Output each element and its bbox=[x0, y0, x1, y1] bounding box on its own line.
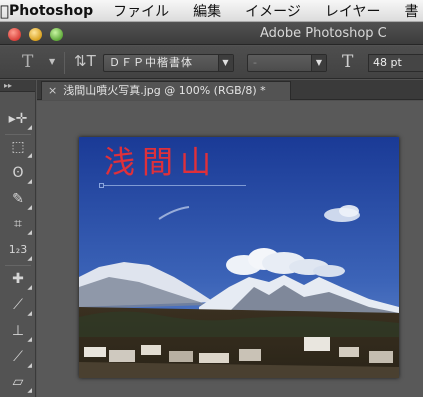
clone-stamp-tool-icon[interactable]: ⊥ ◢ bbox=[7, 320, 32, 343]
eraser-tool-icon[interactable]: ▱ ◢ bbox=[7, 371, 32, 394]
text-orientation-icon[interactable]: ⇅T bbox=[74, 52, 96, 70]
house bbox=[169, 351, 193, 362]
tool-divider bbox=[5, 134, 31, 135]
house bbox=[239, 349, 261, 361]
chevron-down-icon: ▼ bbox=[218, 55, 233, 71]
tool-divider bbox=[5, 265, 31, 266]
font-family-value: ＤＦＰ中楷書体 bbox=[109, 56, 193, 69]
house bbox=[84, 347, 106, 357]
mac-menu-bar:  Photoshop ファイル 編集 イメージ レイヤー 書 bbox=[0, 0, 423, 22]
text-baseline bbox=[101, 185, 246, 186]
lasso-tool-icon[interactable]: ʘ ◢ bbox=[7, 162, 32, 185]
font-style-select[interactable]: - ▼ bbox=[247, 54, 327, 72]
type-layer-text[interactable]: 浅間山 bbox=[104, 145, 218, 181]
text-anchor-handle[interactable] bbox=[99, 183, 104, 188]
quick-selection-tool-icon[interactable]: ✎ ◢ bbox=[7, 188, 32, 211]
tools-panel-collapse-icon[interactable]: ▸▸ bbox=[0, 80, 35, 92]
menu-file[interactable]: ファイル bbox=[113, 1, 169, 21]
app-menu[interactable]: Photoshop bbox=[9, 3, 93, 19]
brush-tool-icon[interactable]: ⟋ ◢ bbox=[7, 294, 32, 317]
zoom-window-button[interactable] bbox=[50, 28, 63, 41]
options-divider bbox=[64, 52, 65, 74]
menu-type[interactable]: 書 bbox=[404, 1, 418, 21]
history-brush-tool-icon[interactable]: ⟋ ◢ bbox=[7, 346, 32, 369]
house bbox=[109, 350, 135, 362]
font-family-select[interactable]: ＤＦＰ中楷書体 ▼ bbox=[103, 54, 234, 72]
menu-image[interactable]: イメージ bbox=[245, 1, 301, 21]
minimize-window-button[interactable] bbox=[29, 28, 42, 41]
document-tab-label: 浅間山噴火写真.jpg @ 100% (RGB/8) * bbox=[63, 84, 266, 97]
house bbox=[339, 347, 359, 357]
options-bar: T ▼ ⇅T ＤＦＰ中楷書体 ▼ - ▼ T 48 pt bbox=[0, 46, 423, 79]
document-tab-bar: × 浅間山噴火写真.jpg @ 100% (RGB/8) * bbox=[37, 80, 423, 100]
window-title-bar: Adobe Photoshop C bbox=[0, 23, 423, 45]
font-style-value: - bbox=[253, 56, 257, 69]
move-tool-icon[interactable]: ▸✛ ◢ bbox=[7, 108, 32, 131]
window-title: Adobe Photoshop C bbox=[260, 26, 387, 41]
font-size-input[interactable]: 48 pt bbox=[368, 54, 423, 72]
close-tab-icon[interactable]: × bbox=[48, 84, 57, 97]
house bbox=[304, 337, 330, 351]
cloud bbox=[339, 205, 359, 217]
house bbox=[199, 353, 229, 363]
crop-tool-icon[interactable]: ⌗ ◢ bbox=[7, 213, 32, 236]
eruption-plume bbox=[313, 265, 345, 277]
close-window-button[interactable] bbox=[8, 28, 21, 41]
marquee-tool-icon[interactable]: ⬚ ◢ bbox=[7, 136, 32, 159]
document-tab[interactable]: × 浅間山噴火写真.jpg @ 100% (RGB/8) * bbox=[41, 81, 291, 100]
font-size-icon: T bbox=[342, 52, 354, 72]
chevron-down-icon: ▼ bbox=[311, 55, 326, 71]
type-tool-preset-icon[interactable]: T bbox=[22, 52, 33, 72]
apple-menu-icon[interactable]:  bbox=[0, 2, 9, 20]
house bbox=[369, 351, 393, 363]
menu-layer[interactable]: レイヤー bbox=[325, 1, 381, 21]
healing-brush-tool-icon[interactable]: ✚ ◢ bbox=[7, 268, 32, 291]
house bbox=[141, 345, 161, 355]
tools-panel: ▸▸ ▸✛ ◢ ⬚ ◢ ʘ ◢ ✎ ◢ ⌗ ◢ 1₂3 ◢ ✚ ◢ ⟋ ◢ ⊥ ◢ ⟋ ◢ ▱ ◢ bbox=[0, 80, 36, 397]
menu-edit[interactable]: 編集 bbox=[193, 1, 221, 21]
ruler-tool-icon[interactable]: 1₂3 ◢ bbox=[7, 239, 32, 262]
chevron-down-icon[interactable]: ▼ bbox=[49, 57, 55, 66]
